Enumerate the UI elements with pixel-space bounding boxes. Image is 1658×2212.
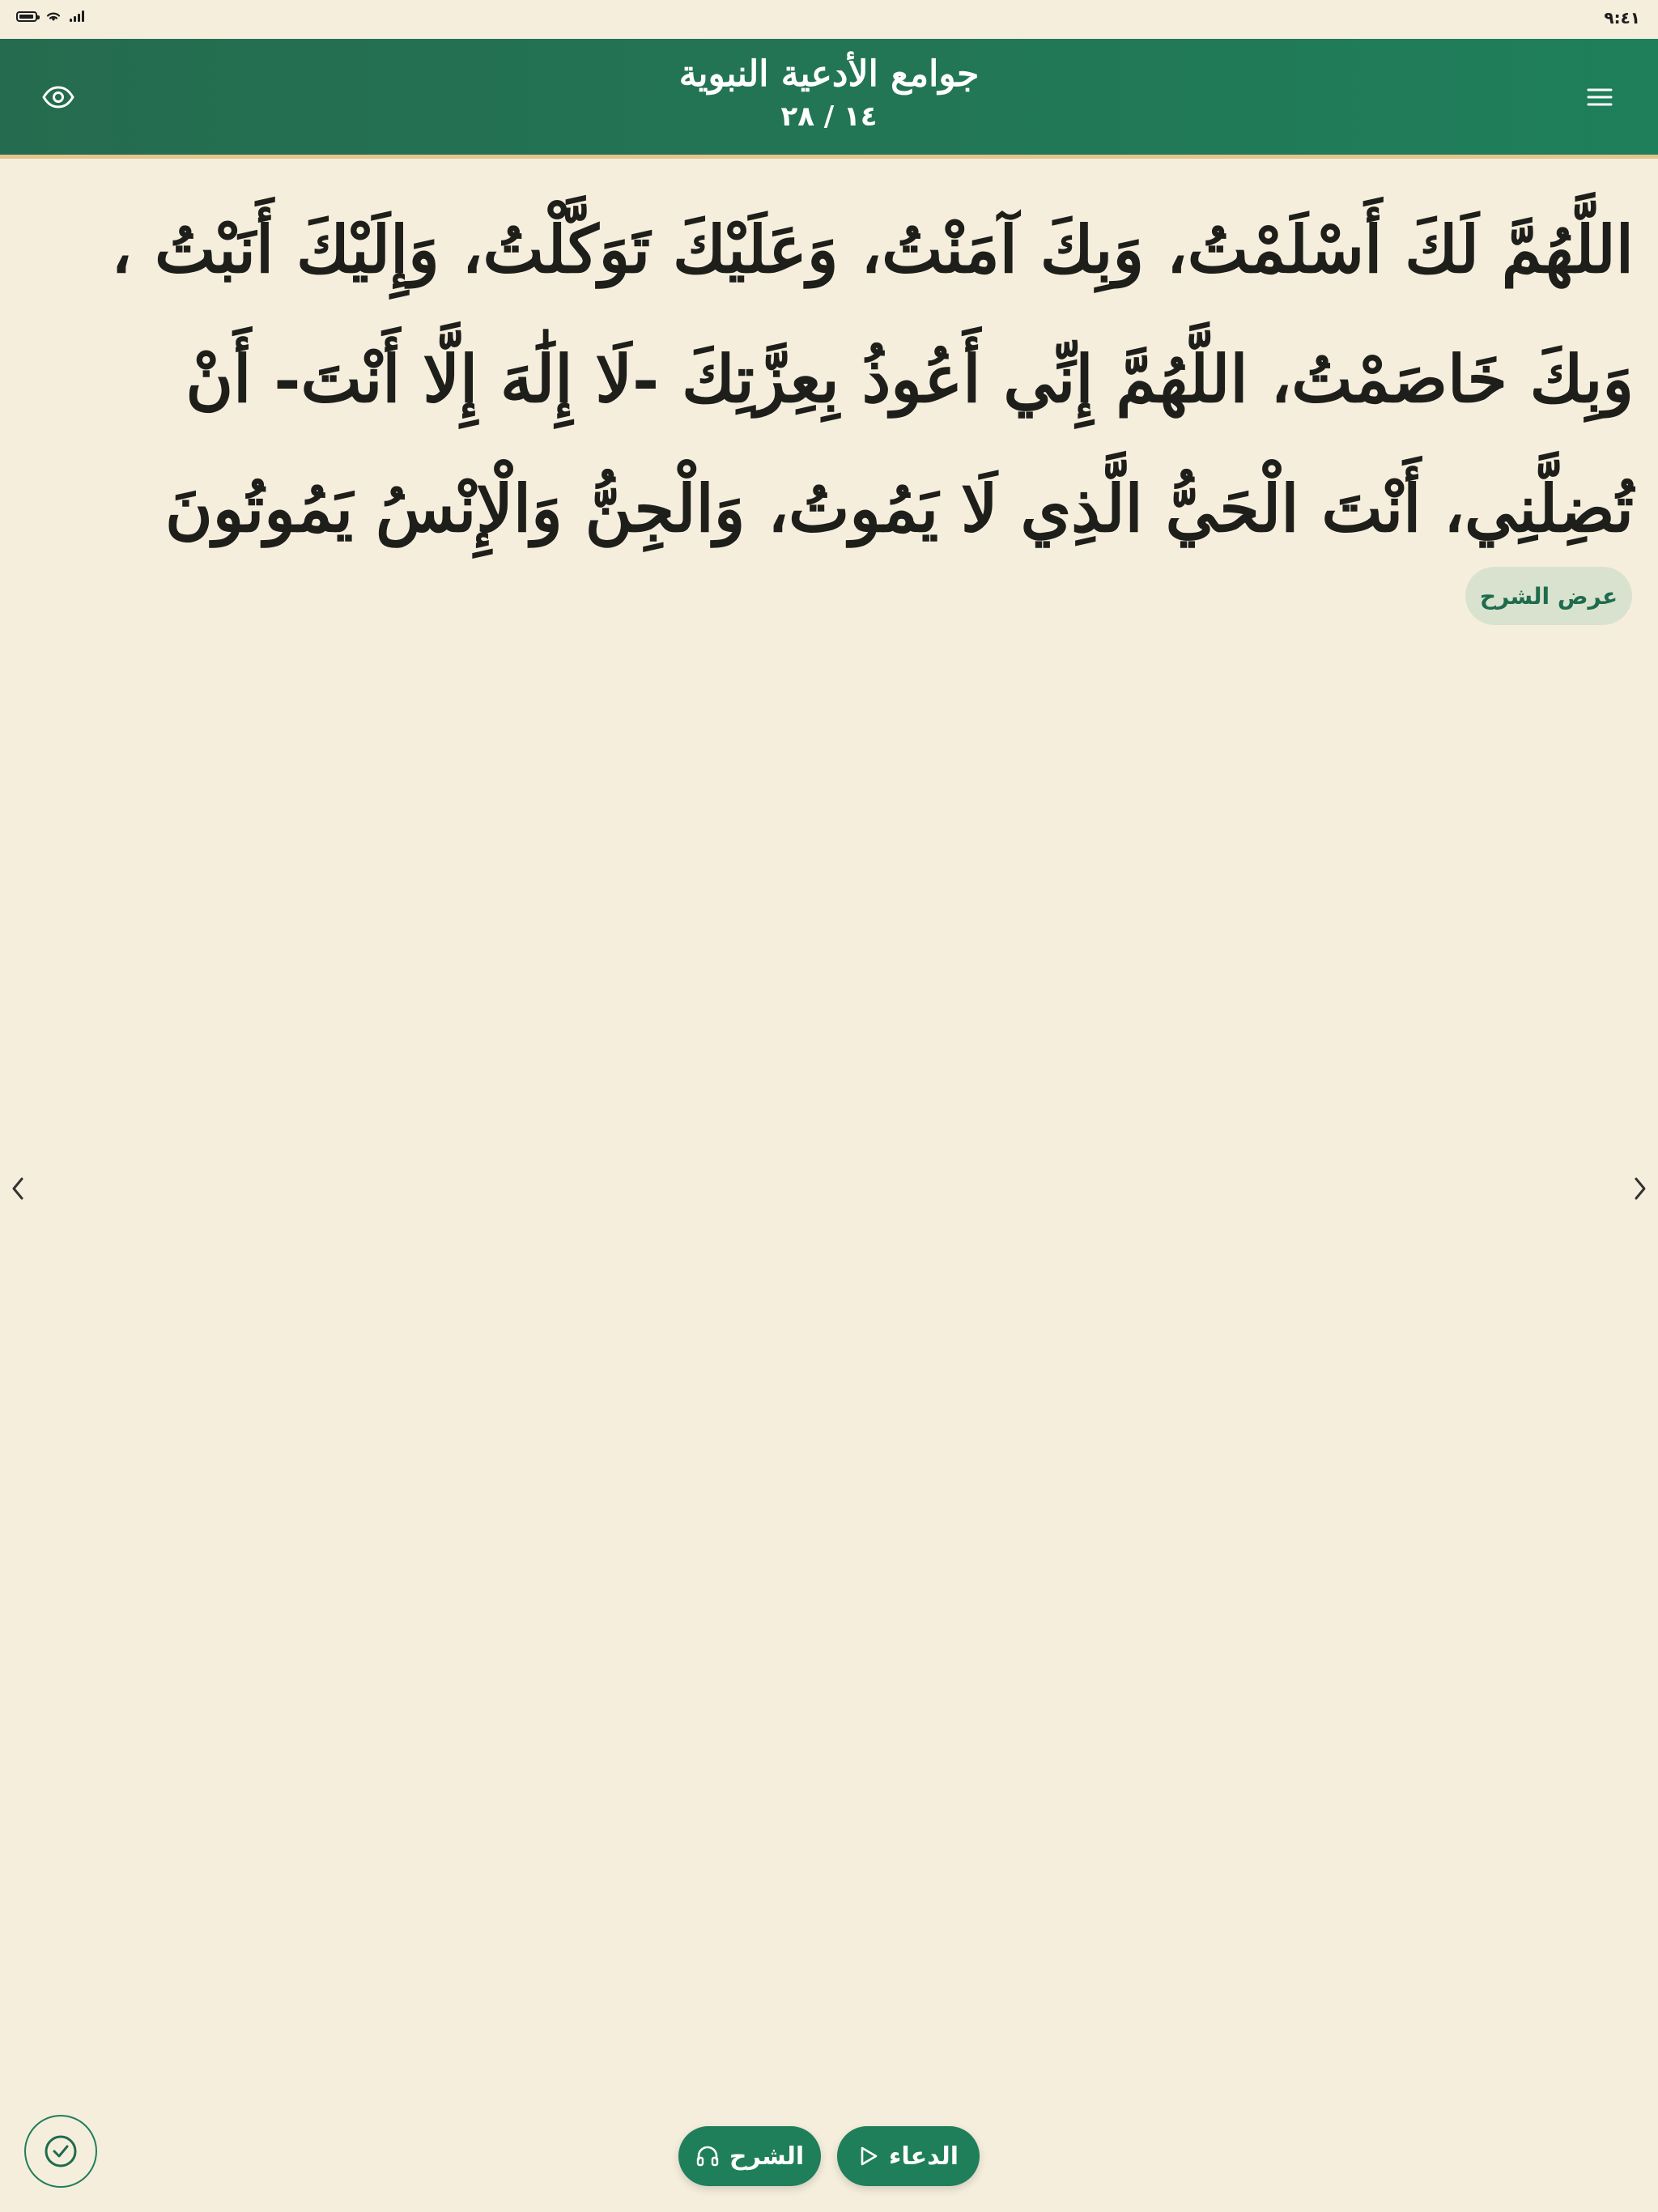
mark-complete-button[interactable] bbox=[24, 2115, 97, 2188]
status-bar: ٩:٤١ bbox=[0, 0, 1658, 39]
headphones-icon bbox=[696, 2146, 719, 2167]
play-icon bbox=[861, 2146, 878, 2166]
wifi-icon bbox=[46, 12, 61, 21]
dua-counter: ١٤ / ٢٨ bbox=[780, 100, 878, 133]
chevron-right-icon bbox=[1635, 1177, 1646, 1200]
menu-button[interactable] bbox=[1575, 73, 1624, 121]
next-button[interactable] bbox=[1624, 1172, 1656, 1205]
app-screen: ٩:٤١ جوامع الأدعية النبوية ١٤ / ٢٨ اللَّ… bbox=[0, 0, 1658, 2212]
play-dua-label: الدعاء bbox=[889, 2142, 959, 2171]
menu-icon bbox=[1587, 88, 1613, 106]
app-header: جوامع الأدعية النبوية ١٤ / ٢٨ bbox=[0, 39, 1658, 159]
play-dua-button[interactable]: الدعاء bbox=[837, 2126, 980, 2186]
play-explanation-label: الشرح bbox=[729, 2142, 805, 2171]
status-indicators bbox=[16, 10, 84, 23]
status-time: ٩:٤١ bbox=[1604, 8, 1640, 28]
chevron-left-icon bbox=[12, 1177, 23, 1200]
previous-button[interactable] bbox=[2, 1172, 34, 1205]
dua-text: اللَّهُمَّ لَكَ أَسْلَمْتُ، وَبِكَ آمَنْ… bbox=[111, 211, 1634, 547]
play-explanation-button[interactable]: الشرح bbox=[678, 2126, 821, 2186]
check-circle-icon bbox=[45, 2135, 77, 2167]
battery-icon bbox=[16, 11, 40, 22]
page-title: جوامع الأدعية النبوية bbox=[678, 53, 980, 95]
show-explanation-button[interactable]: عرض الشرح bbox=[1465, 567, 1632, 625]
cellular-signal-icon bbox=[70, 11, 84, 22]
